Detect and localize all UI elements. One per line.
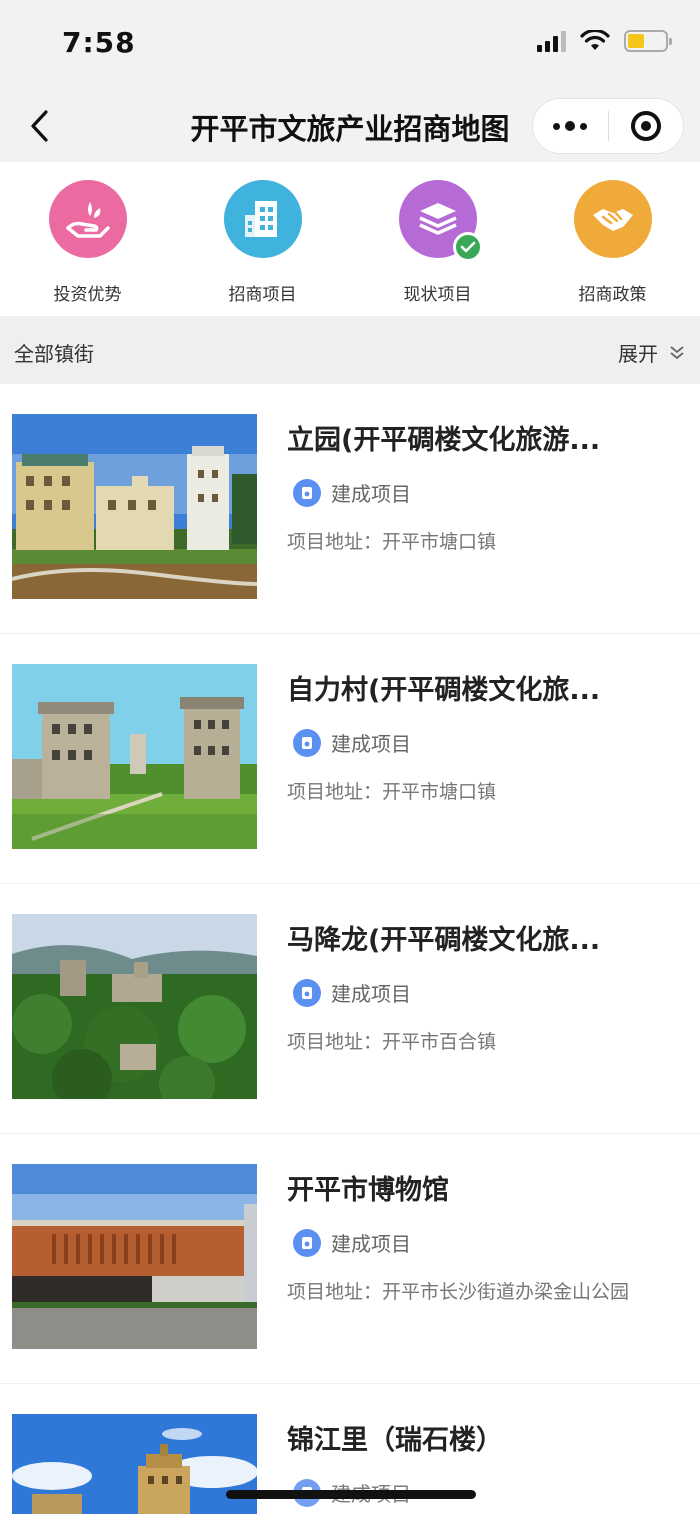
category-investment-advantage[interactable]: 投资优势 bbox=[0, 162, 175, 316]
museum-photo bbox=[12, 1164, 257, 1349]
forest-towers-photo bbox=[12, 914, 257, 1099]
list-item[interactable]: 立园(开平碉楼文化旅游... 建成项目 项目地址：开平市塘口镇 bbox=[0, 384, 700, 634]
item-title: 立园(开平碉楼文化旅游... bbox=[287, 425, 601, 456]
signal-icon bbox=[537, 30, 566, 52]
category-menu: 投资优势 招商项目 现状项目 招商政策 bbox=[0, 162, 700, 316]
ruishi-tower-photo bbox=[12, 1414, 257, 1514]
item-address: 项目地址：开平市长沙街道办梁金山公园 bbox=[287, 1281, 630, 1303]
filter-bar: 全部镇街 展开 bbox=[0, 316, 700, 384]
category-label: 投资优势 bbox=[53, 285, 122, 305]
battery-icon bbox=[624, 30, 672, 52]
watchtower-village-photo bbox=[12, 664, 257, 849]
status-label: 建成项目 bbox=[331, 982, 411, 1006]
handshake-icon bbox=[573, 180, 652, 258]
home-indicator[interactable] bbox=[226, 1490, 476, 1499]
nav-bar: 开平市文旅产业招商地图 bbox=[0, 90, 700, 162]
mini-program-capsule bbox=[532, 98, 684, 154]
page-title: 开平市文旅产业招商地图 bbox=[190, 112, 510, 146]
status-bar: 7:58 bbox=[0, 0, 700, 90]
more-dots-icon bbox=[553, 121, 588, 131]
list-item[interactable]: 马降龙(开平碉楼文化旅... 建成项目 项目地址：开平市百合镇 bbox=[0, 884, 700, 1134]
status-badge: 建成项目 bbox=[293, 1228, 411, 1257]
building-icon bbox=[223, 180, 302, 258]
item-title: 马降龙(开平碉楼文化旅... bbox=[287, 925, 601, 956]
status-label: 建成项目 bbox=[331, 482, 411, 506]
category-current-projects[interactable]: 现状项目 bbox=[350, 162, 525, 316]
status-icons bbox=[537, 30, 672, 52]
category-label: 现状项目 bbox=[403, 285, 472, 305]
project-status-icon bbox=[293, 1228, 321, 1257]
target-icon bbox=[630, 111, 661, 141]
wifi-icon bbox=[580, 30, 610, 50]
list-item[interactable]: 自力村(开平碉楼文化旅... 建成项目 项目地址：开平市塘口镇 bbox=[0, 634, 700, 884]
check-badge-icon bbox=[452, 232, 483, 262]
category-investment-projects[interactable]: 招商项目 bbox=[175, 162, 350, 316]
item-title: 锦江里（瑞石楼） bbox=[287, 1425, 503, 1456]
project-status-icon bbox=[293, 478, 321, 507]
item-title: 开平市博物馆 bbox=[287, 1175, 449, 1206]
expand-label: 展开 bbox=[618, 342, 658, 366]
project-status-icon bbox=[293, 978, 321, 1007]
town-filter[interactable]: 全部镇街 bbox=[14, 338, 94, 367]
hand-money-icon bbox=[48, 180, 127, 258]
villa-garden-photo bbox=[12, 414, 257, 599]
back-button[interactable] bbox=[22, 104, 62, 148]
item-address: 项目地址：开平市塘口镇 bbox=[287, 531, 497, 553]
more-button[interactable] bbox=[533, 99, 608, 153]
layers-icon bbox=[398, 180, 483, 262]
status-badge: 建成项目 bbox=[293, 978, 411, 1007]
chevron-left-icon bbox=[31, 110, 48, 142]
category-investment-policy[interactable]: 招商政策 bbox=[525, 162, 700, 316]
category-label: 招商项目 bbox=[228, 285, 297, 305]
category-label: 招商政策 bbox=[578, 285, 647, 305]
item-address: 项目地址：开平市百合镇 bbox=[287, 1031, 497, 1053]
close-program-button[interactable] bbox=[609, 99, 684, 153]
status-badge: 建成项目 bbox=[293, 728, 411, 757]
status-label: 建成项目 bbox=[331, 732, 411, 756]
item-title: 自力村(开平碉楼文化旅... bbox=[287, 675, 601, 706]
status-time: 7:58 bbox=[62, 26, 136, 59]
status-label: 建成项目 bbox=[331, 1232, 411, 1256]
double-chevron-down-icon bbox=[670, 345, 684, 359]
status-badge: 建成项目 bbox=[293, 478, 411, 507]
project-status-icon bbox=[293, 728, 321, 757]
item-address: 项目地址：开平市塘口镇 bbox=[287, 781, 497, 803]
expand-toggle[interactable]: 展开 bbox=[618, 338, 686, 367]
list-item[interactable]: 开平市博物馆 建成项目 项目地址：开平市长沙街道办梁金山公园 bbox=[0, 1134, 700, 1384]
